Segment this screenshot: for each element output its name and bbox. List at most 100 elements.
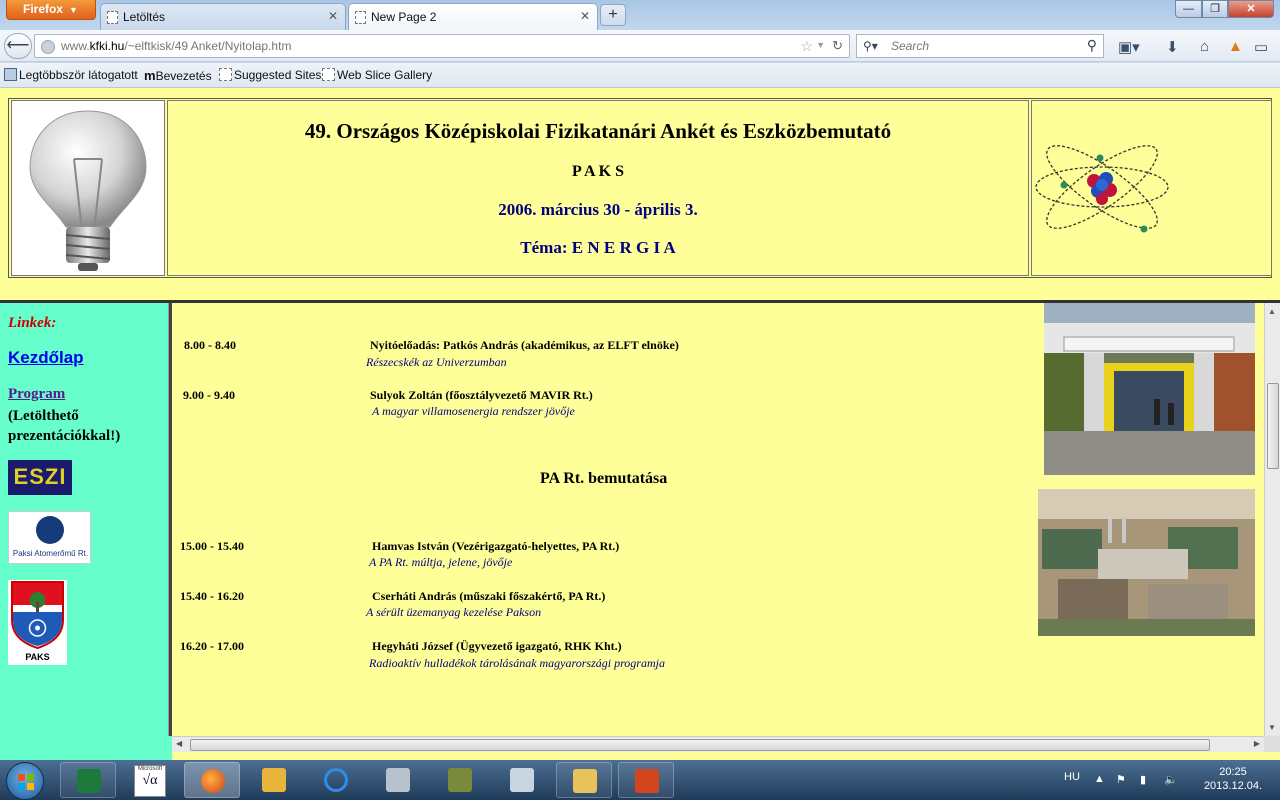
schedule-speaker: Cserháti András (műszaki főszakértő, PA …: [372, 589, 606, 603]
schedule-time: 15.40 - 16.20: [180, 589, 244, 603]
schedule-talk: A PA Rt. múltja, jelene, jövője: [369, 555, 513, 569]
search-engine-icon[interactable]: ⚲▾: [863, 39, 878, 53]
page-icon: [219, 68, 232, 81]
url-bar[interactable]: www.kfki.hu/~elftkisk/49 Anket/Nyitolap.…: [34, 34, 850, 58]
schedule-time: 15.00 - 15.40: [180, 539, 244, 553]
scroll-thumb[interactable]: [190, 739, 1210, 751]
language-indicator[interactable]: HU: [1064, 771, 1080, 783]
show-hidden-icons-icon[interactable]: ▲: [1094, 773, 1105, 785]
taskbar-calculator[interactable]: [494, 762, 550, 798]
bookmark-star-icon[interactable]: ☆: [800, 38, 813, 55]
taskbar-mail[interactable]: [246, 762, 302, 798]
scroll-right-icon[interactable]: ▶: [1254, 739, 1260, 748]
theme-heading: Téma: E N E R G I A: [520, 238, 676, 257]
tools-icon: [386, 768, 410, 792]
reload-icon[interactable]: ↻: [832, 38, 843, 54]
back-button[interactable]: ⟵: [4, 33, 32, 59]
scroll-down-icon[interactable]: ▼: [1268, 723, 1276, 732]
m-logo-icon: m: [144, 68, 156, 83]
sidebar: Linkek: Kezdőlap Program (Letölthető pre…: [0, 303, 168, 760]
browser-window: Firefox ▼ Letöltés ✕ New Page 2 ✕ + — ❐ ✕…: [0, 0, 1280, 800]
schedule-talk: A sérült üzemanyag kezelése Pakson: [366, 605, 542, 619]
frame-bottom: [172, 752, 1280, 760]
downloads-icon[interactable]: ⬇: [1166, 38, 1179, 56]
math-app-icon: Microsoft √α: [134, 765, 166, 797]
building-photo-image: [1044, 303, 1255, 475]
schedule-time: 16.20 - 17.00: [180, 639, 244, 653]
most-visited-icon: [4, 68, 17, 81]
close-window-button[interactable]: ✕: [1228, 0, 1274, 18]
section-title: PA Rt. bemutatása: [540, 470, 668, 487]
navigation-bar: ⟵ www.kfki.hu/~elftkisk/49 Anket/Nyitola…: [0, 30, 1280, 62]
home-icon[interactable]: ⌂: [1200, 38, 1209, 55]
scroll-up-icon[interactable]: ▲: [1268, 307, 1276, 316]
schedule-speaker: Hegyháti József (Ügyvezető igazgató, RHK…: [372, 639, 622, 653]
page-content: 49. Országos Középiskolai Fizikatanári A…: [0, 88, 1280, 760]
mail-icon: [262, 768, 286, 792]
history-dropdown-icon[interactable]: ▼: [816, 40, 825, 50]
power-plant-photo-image: [1038, 489, 1255, 636]
new-tab-button[interactable]: +: [600, 4, 626, 26]
taskbar-explorer[interactable]: [556, 762, 612, 798]
taskbar-mathcad[interactable]: Microsoft √α: [122, 762, 178, 798]
folder-icon: [573, 769, 597, 793]
vlc-icon[interactable]: ▲: [1228, 38, 1243, 55]
dropdown-arrow-icon: ▼: [69, 5, 78, 15]
maximize-button[interactable]: ❐: [1202, 0, 1228, 18]
program-link[interactable]: Program: [8, 386, 65, 403]
taskbar-ie[interactable]: [308, 762, 364, 798]
links-heading: Linkek:: [8, 315, 57, 331]
bookmark-bevezetes[interactable]: mBevezetés: [144, 68, 212, 83]
schedule-speaker: Hamvas István (Vezérigazgató-helyettes, …: [372, 539, 620, 553]
search-input[interactable]: ⚲▾ Search ⚲: [856, 34, 1104, 58]
minimize-button[interactable]: —: [1175, 0, 1202, 18]
close-tab-icon[interactable]: ✕: [328, 9, 338, 23]
powerpoint-icon: [635, 769, 659, 793]
schedule-speaker: Nyitóelőadás: Patkós András (akadémikus,…: [370, 338, 679, 352]
tab-new-page-2[interactable]: New Page 2 ✕: [348, 3, 598, 30]
scroll-thumb[interactable]: [1267, 383, 1279, 469]
scroll-left-icon[interactable]: ◀: [176, 739, 182, 748]
horizontal-scrollbar[interactable]: ◀ ▶: [172, 736, 1264, 752]
sidebar-toggle-icon[interactable]: ▭: [1254, 38, 1268, 56]
search-icon[interactable]: ⚲: [1087, 37, 1097, 54]
coat-of-arms-icon: [11, 581, 64, 650]
program-note: (Letölthető prezentációkkal!): [8, 408, 121, 444]
action-center-icon[interactable]: ⚑: [1116, 773, 1126, 786]
npp-emblem-icon: [36, 516, 64, 544]
eszi-logo[interactable]: ESZI: [8, 460, 72, 495]
clock[interactable]: 20:25 2013.12.04.: [1198, 765, 1268, 793]
taskbar-powerpoint[interactable]: [618, 762, 674, 798]
book-icon: [448, 768, 472, 792]
firefox-icon: [201, 769, 225, 793]
system-tray: HU ▲ ⚑ ▮ 🔈 20:25 2013.12.04.: [1060, 760, 1280, 800]
taskbar-firefox[interactable]: [184, 762, 240, 798]
paks-coat-of-arms[interactable]: PAKS: [8, 580, 67, 665]
bookmark-suggested-sites[interactable]: Suggested Sites: [219, 68, 321, 82]
scroll-corner: [1264, 736, 1280, 752]
start-button[interactable]: [6, 762, 44, 800]
taskbar: Microsoft √α HU ▲ ⚑ ▮ 🔈 20:25 2013.12.04…: [0, 760, 1280, 800]
atom-image-cell: [1031, 100, 1272, 276]
taskbar-book[interactable]: [432, 762, 488, 798]
network-icon[interactable]: ▮: [1140, 773, 1146, 786]
sidebar-bottom: [0, 736, 172, 760]
program-frame: 8.00 - 8.40 Nyitóelőadás: Patkós András …: [172, 303, 1264, 736]
taskbar-excel[interactable]: [60, 762, 116, 798]
calculator-icon: [510, 768, 534, 792]
atom-icon: [1035, 145, 1169, 233]
bookmarks-menu-icon[interactable]: ▣▾: [1118, 38, 1140, 56]
page-icon: [322, 68, 335, 81]
bookmark-web-slice-gallery[interactable]: Web Slice Gallery: [322, 68, 432, 82]
firefox-menu-button[interactable]: Firefox ▼: [6, 0, 96, 20]
paks-npp-logo[interactable]: Paksi Atomerőmű Rt.: [8, 511, 91, 564]
tab-letoltes[interactable]: Letöltés ✕: [100, 3, 346, 30]
taskbar-tools[interactable]: [370, 762, 426, 798]
schedule-talk: A magyar villamosenergia rendszer jövője: [372, 404, 575, 418]
close-tab-icon[interactable]: ✕: [580, 9, 590, 23]
title-cell: 49. Országos Középiskolai Fizikatanári A…: [167, 100, 1029, 276]
volume-icon[interactable]: 🔈: [1164, 773, 1178, 786]
vertical-scrollbar[interactable]: ▲ ▼: [1264, 303, 1280, 736]
bookmark-most-visited[interactable]: Legtöbbször látogatott: [4, 68, 138, 82]
home-link[interactable]: Kezdőlap: [8, 348, 84, 368]
